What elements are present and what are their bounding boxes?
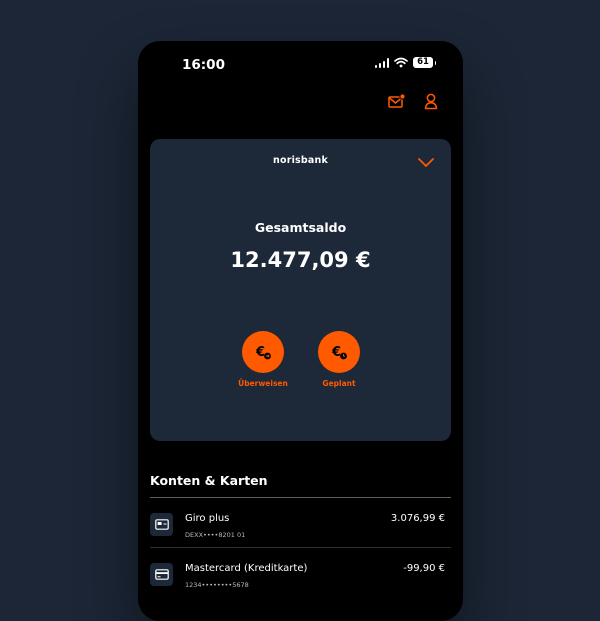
balance-card: norisbank Gesamtsaldo 12.477,09 € € Über… — [150, 139, 451, 441]
transfer-label: Überweisen — [238, 379, 288, 388]
transfer-button[interactable]: € Überweisen — [223, 331, 303, 388]
row-divider — [150, 547, 451, 548]
balance-value: 12.477,09 € — [230, 248, 371, 272]
account-card-icon — [150, 513, 173, 536]
accounts-section-title: Konten & Karten — [150, 473, 268, 488]
euro-send-icon: € — [255, 345, 271, 360]
status-bar: 16:00 61 — [138, 41, 463, 89]
euro-clock-icon: € — [331, 345, 347, 360]
account-iban: 1234••••••••5678 — [185, 581, 249, 589]
account-row-giro[interactable]: Giro plus DEXX••••8201 01 3.076,99 € — [150, 503, 451, 547]
scheduled-button[interactable]: € Geplant — [299, 331, 379, 388]
mailbox-button[interactable] — [387, 91, 407, 111]
balance-label: Gesamtsaldo — [254, 220, 347, 235]
account-row-mastercard[interactable]: Mastercard (Kreditkarte) 1234••••••••567… — [150, 553, 451, 597]
wifi-icon — [394, 57, 408, 68]
svg-text:€: € — [331, 345, 341, 360]
scheduled-label: Geplant — [322, 379, 356, 388]
scheduled-icon-circle: € — [318, 331, 360, 373]
battery-icon: 61 — [413, 57, 436, 68]
mail-notification-icon — [388, 93, 406, 108]
top-actions — [387, 91, 441, 111]
transfer-icon-circle: € — [242, 331, 284, 373]
section-divider — [150, 497, 451, 498]
status-time: 16:00 — [182, 57, 225, 73]
brand-logo: norisbank — [273, 155, 328, 166]
profile-button[interactable] — [421, 91, 441, 111]
account-name: Mastercard (Kreditkarte) — [185, 563, 308, 574]
credit-card-icon — [150, 563, 173, 586]
account-amount: 3.076,99 € — [390, 513, 445, 524]
user-icon — [424, 93, 438, 109]
account-name: Giro plus — [185, 513, 230, 524]
account-iban: DEXX••••8201 01 — [185, 531, 246, 539]
signal-icon — [374, 57, 389, 68]
chevron-down-icon[interactable] — [417, 157, 435, 169]
phone-screen: 16:00 61 norisbank Gesamtsaldo 12.477,09… — [138, 41, 463, 621]
account-amount: -99,90 € — [403, 563, 445, 574]
svg-text:€: € — [255, 345, 265, 360]
status-icons: 61 — [374, 57, 436, 68]
